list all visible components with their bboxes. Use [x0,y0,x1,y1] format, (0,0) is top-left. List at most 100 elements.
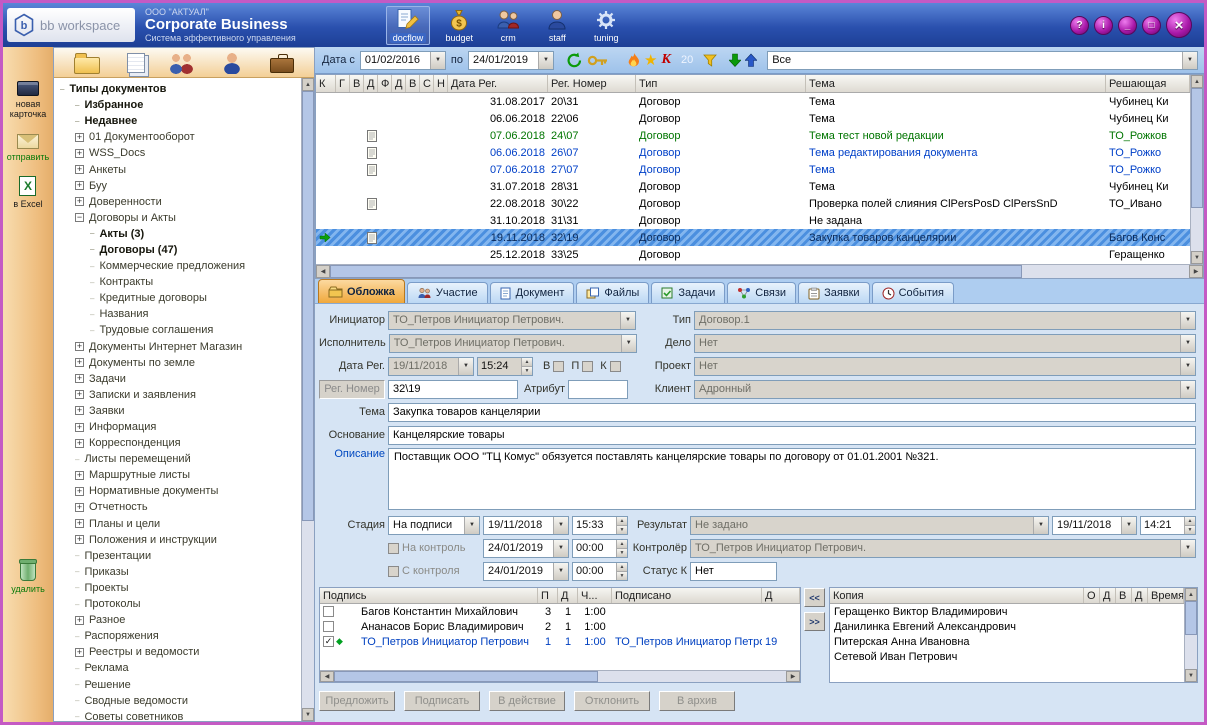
tree-item[interactable]: ‒Сводные ведомости [56,693,301,709]
scroll-down-icon[interactable]: ▼ [1185,669,1197,682]
expand-icon[interactable]: + [75,197,84,206]
tab-document[interactable]: Документ [490,282,575,303]
step-up-icon[interactable]: ▲ [522,358,532,366]
enact-button[interactable]: В действие [489,691,565,711]
doc-icon-col-header[interactable]: Н [434,75,448,92]
step-up-icon[interactable]: ▲ [1185,517,1195,525]
scroll-track[interactable] [598,671,786,682]
doc-col-header[interactable]: Тема [806,75,1106,92]
scroll-track[interactable] [1191,208,1203,251]
sig-col-header[interactable]: Подпись [320,588,538,603]
project-select[interactable]: Нет▼ [694,357,1196,376]
scroll-thumb[interactable] [334,671,598,682]
expand-icon[interactable]: + [75,133,84,142]
tree-item[interactable]: ‒Решение [56,676,301,692]
step-down-icon[interactable]: ▼ [1185,525,1195,534]
regnum-input[interactable]: 32\19 [388,380,518,399]
delete-button[interactable]: удалить [11,562,45,594]
table-hscrollbar[interactable]: ◀ ▶ [316,264,1203,278]
tree-item[interactable]: +Доверенности [56,194,301,210]
step-up-icon[interactable]: ▲ [617,517,627,525]
offcontrol-checkbox[interactable] [388,566,399,577]
executor-select[interactable]: ТО_Петров Инициатор Петрович.▼ [389,334,637,353]
copy-row[interactable]: Данилинка Евгений Александрович [830,619,1184,634]
initiator-select[interactable]: ТО_Петров Инициатор Петрович.▼ [388,311,636,330]
tree-item[interactable]: ‒Договоры (47) [56,242,301,258]
briefcase-icon[interactable] [270,58,294,73]
flag-В-checkbox[interactable] [553,361,564,372]
star-icon[interactable]: ★ [644,53,657,68]
module-staff[interactable]: staff [537,6,577,45]
type-select[interactable]: Договор.1▼ [694,311,1196,330]
tab-participation[interactable]: Участие [407,282,488,303]
tree-item[interactable]: +Информация [56,419,301,435]
chevron-down-icon[interactable]: ▼ [430,52,445,69]
offcontrol-time-input[interactable]: 00:00▲▼ [572,562,628,581]
persons-icon[interactable] [220,52,246,74]
tree-item[interactable]: ‒Избранное [56,97,301,113]
filter-funnel-icon[interactable] [703,54,717,67]
sign-button[interactable]: Подписать [404,691,480,711]
tree-item[interactable]: +WSS_Docs [56,145,301,161]
collapse-icon[interactable]: − [75,213,84,222]
sig-col-header[interactable]: П [538,588,558,603]
chevron-down-icon[interactable]: ▼ [553,563,568,580]
chevron-down-icon[interactable]: ▼ [1180,540,1195,557]
scroll-track[interactable] [1185,635,1197,669]
tree-item[interactable]: ‒Типы документов [56,81,301,97]
doc-icon-col-header[interactable]: В [350,75,364,92]
table-row[interactable]: 07.06.201824\07ДоговорТема тест новой ре… [316,127,1190,144]
doc-icon-col-header[interactable]: С [420,75,434,92]
tab-cover[interactable]: Обложка [318,279,405,303]
tree-item[interactable]: ‒Названия [56,306,301,322]
scroll-up-icon[interactable]: ▲ [1191,75,1203,88]
maximize-button[interactable]: □ [1142,16,1161,35]
fire-icon[interactable] [628,53,640,68]
date-from-input[interactable]: 01/02/2016▼ [360,51,446,70]
folders-icon[interactable] [74,57,100,74]
k-icon[interactable]: К [661,52,671,68]
controller-select[interactable]: ТО_Петров Инициатор Петрович.▼ [690,539,1196,558]
tree-item[interactable]: +Записки и заявления [56,387,301,403]
refresh-icon[interactable] [566,52,583,69]
propose-button[interactable]: Предложить [319,691,395,711]
oncontrol-time-input[interactable]: 00:00▲▼ [572,539,628,558]
doc-col-header[interactable]: Дата Рег. [448,75,548,92]
time-stepper[interactable]: ▲▼ [616,517,627,534]
decline-button[interactable]: Отклонить [574,691,650,711]
tab-events[interactable]: События [872,282,954,303]
expand-icon[interactable]: + [75,648,84,657]
signature-hscrollbar[interactable]: ◀ ▶ [320,670,800,682]
tree-item[interactable]: +01 Документооборот [56,129,301,145]
tree-item[interactable]: +Отчетность [56,499,301,515]
attribute-input[interactable] [568,380,628,399]
doc-col-header[interactable]: Решающая [1106,75,1190,92]
sort-up-icon[interactable] [745,53,757,67]
tree-item[interactable]: +Положения и инструкции [56,532,301,548]
copy-col-header[interactable]: Д [1132,588,1148,603]
expand-icon[interactable]: + [75,503,84,512]
scroll-thumb[interactable] [330,265,1022,278]
signature-row[interactable]: Ананасов Борис Владимирович211:00 [320,619,800,634]
tree-item[interactable]: ‒Акты (3) [56,226,301,242]
excel-button[interactable]: в Excel [13,176,42,209]
module-docflow[interactable]: docflow [386,6,431,45]
chevron-down-icon[interactable]: ▼ [1121,517,1136,534]
time-stepper[interactable]: ▲▼ [616,563,627,580]
tree-item[interactable]: ‒Контракты [56,274,301,290]
copy-col-header[interactable]: Копия [830,588,1084,603]
stage-time-input[interactable]: 15:33▲▼ [572,516,628,535]
oncontrol-checkbox[interactable] [388,543,399,554]
tab-tasks[interactable]: Задачи [651,282,725,303]
copy-col-header[interactable]: О [1084,588,1100,603]
module-budget[interactable]: $budget [439,6,479,45]
expand-icon[interactable]: + [75,487,84,496]
scroll-up-icon[interactable]: ▲ [302,78,314,91]
signature-checkbox[interactable] [323,606,334,617]
scroll-thumb[interactable] [1185,601,1197,635]
basis-input[interactable]: Канцелярские товары [388,426,1196,445]
expand-icon[interactable]: + [75,390,84,399]
chevron-down-icon[interactable]: ▼ [464,517,479,534]
tree-item[interactable]: +Заявки [56,403,301,419]
step-down-icon[interactable]: ▼ [617,571,627,580]
